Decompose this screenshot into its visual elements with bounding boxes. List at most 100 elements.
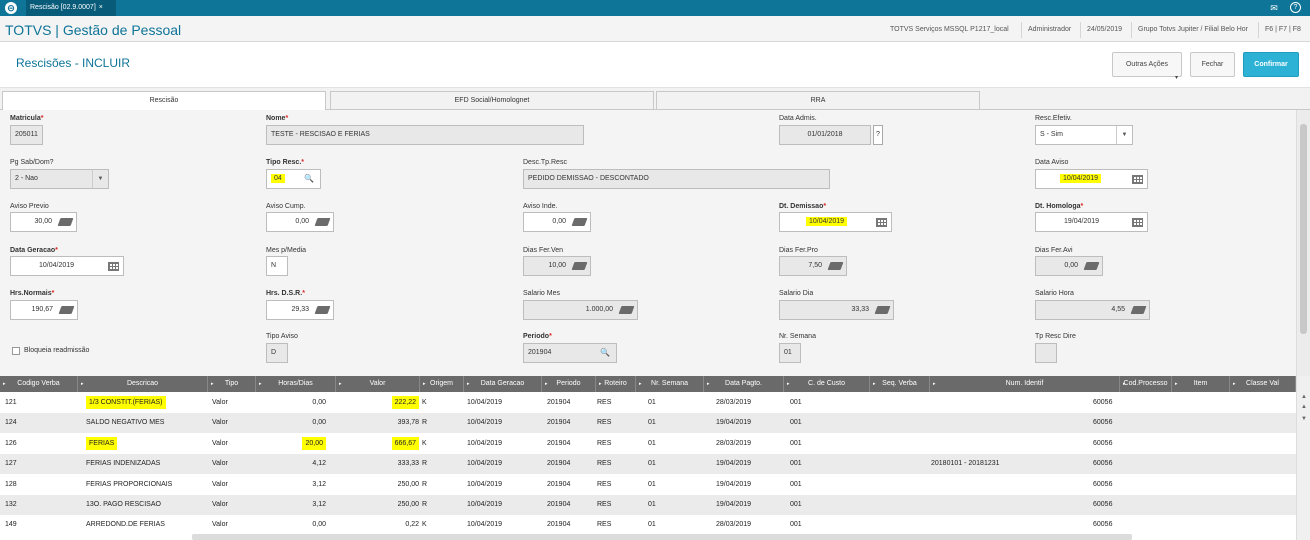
calculator-icon[interactable] <box>571 262 588 270</box>
column-header[interactable]: ▸ Seq. Verba <box>870 376 930 392</box>
column-header[interactable]: ▸ Periodo <box>542 376 596 392</box>
column-header[interactable]: ▸ Item <box>1172 376 1230 392</box>
calendar-icon[interactable] <box>1132 175 1143 184</box>
cell-seq-verba <box>872 515 922 535</box>
calculator-icon[interactable] <box>827 262 844 270</box>
shortcut-keys[interactable]: F6 | F7 | F8 <box>1258 22 1301 38</box>
chevron-down-icon[interactable]: ▼ <box>92 170 108 188</box>
dias-fer-avi-field[interactable]: 0,00 <box>1035 256 1103 276</box>
column-header[interactable]: ▸ Classe Val <box>1230 376 1296 392</box>
scroll-up-icon[interactable]: ▲ <box>1299 394 1309 400</box>
dias-fer-ven-field[interactable]: 10,00 <box>523 256 591 276</box>
mail-icon[interactable]: ✉ <box>1268 2 1280 14</box>
cell-classe-val <box>1232 393 1292 413</box>
tab-rescisao[interactable]: Rescisão <box>2 91 326 111</box>
calculator-icon[interactable] <box>1130 306 1147 314</box>
aviso-cump-field[interactable]: 0,00 <box>266 212 334 232</box>
scroll-down-icon[interactable]: ▼ <box>1299 416 1309 422</box>
search-icon[interactable]: 🔍 <box>598 348 612 358</box>
column-header[interactable]: ▸ Cod.Processo <box>1120 376 1172 392</box>
scroll-up-icon[interactable]: ▲ <box>1299 404 1309 410</box>
nr-semana-field[interactable]: 01 <box>779 343 801 363</box>
tab-efd-social[interactable]: EFD Social/Homolognet <box>330 91 654 110</box>
column-header[interactable]: ▸ Nr. Semana <box>636 376 704 392</box>
other-actions-button[interactable]: Outras Ações ▾ <box>1112 52 1182 81</box>
aviso-inde-field[interactable]: 0,00 <box>523 212 591 232</box>
table-row[interactable]: 132 13O. PAGO RESCISAO Valor 3,12 250,00 R 10/… <box>0 495 1296 515</box>
bloqueia-readmissao-checkbox[interactable] <box>12 347 20 355</box>
calendar-icon[interactable] <box>108 262 119 271</box>
calendar-icon[interactable] <box>1132 218 1143 227</box>
help-icon[interactable]: ? <box>873 125 883 145</box>
column-header[interactable]: ▸ Roteiro <box>596 376 636 392</box>
periodo-field[interactable]: 201904 🔍 <box>523 343 617 363</box>
pg-sab-dom-select[interactable]: 2 - Nao ▼ <box>10 169 109 189</box>
calendar-icon[interactable] <box>876 218 887 227</box>
nome-field[interactable]: TESTE - RESCISAO E FERIAS <box>266 125 584 145</box>
hrs-dsr-field[interactable]: 29,33 <box>266 300 334 320</box>
aviso-previo-field[interactable]: 30,00 <box>10 212 77 232</box>
calculator-icon[interactable] <box>874 306 891 314</box>
grid-scrollbar[interactable]: ▲ ▲ ▼ <box>1296 376 1310 540</box>
salario-hora-field[interactable]: 4,55 <box>1035 300 1150 320</box>
calculator-icon[interactable] <box>571 218 588 226</box>
cell-c-custo: 001 <box>790 399 802 406</box>
tipo-resc-field[interactable]: 04 🔍 <box>266 169 321 189</box>
dt-homologa-field[interactable]: 19/04/2019 <box>1035 212 1148 232</box>
cell-periodo: 201904 <box>547 480 571 488</box>
search-icon[interactable]: 🔍 <box>302 174 316 184</box>
grid-horizontal-scrollbar[interactable] <box>192 534 1132 540</box>
sort-icon: ▸ <box>423 381 426 387</box>
desc-tp-resc-field[interactable]: PEDIDO DEMISSAO - DESCONTADO <box>523 169 830 189</box>
table-row[interactable]: 149 ARREDOND.DE FERIAS Valor 0,00 0,22 K 10/04… <box>0 515 1296 535</box>
close-button[interactable]: Fechar <box>1190 52 1235 77</box>
calculator-icon[interactable] <box>314 306 331 314</box>
calculator-icon[interactable] <box>1083 262 1100 270</box>
app-tab[interactable]: Rescisão [02.9.0007] × <box>26 0 116 16</box>
dias-fer-pro-field[interactable]: 7,50 <box>779 256 847 276</box>
table-row[interactable]: 126 FERIAS Valor 20,00 666,67 K 10/04/2019 2019… <box>0 434 1296 454</box>
data-aviso-field[interactable]: 10/04/2019 <box>1035 169 1148 189</box>
table-row[interactable]: 128 FERIAS PROPORCIONAIS Valor 3,12 250,00 R 1… <box>0 475 1296 495</box>
resc-efetiv-select[interactable]: S - Sim ▼ <box>1035 125 1133 145</box>
column-header[interactable]: ▸ Valor <box>336 376 420 392</box>
totvs-logo-icon[interactable]: ⊝ <box>5 2 17 14</box>
column-header[interactable]: ▸ Num. Identif <box>930 376 1120 392</box>
tipo-aviso-field[interactable]: D <box>266 343 288 363</box>
scroll-thumb[interactable] <box>1300 124 1307 334</box>
form-scrollbar[interactable] <box>1296 110 1310 376</box>
column-header[interactable]: ▸ Horas/Dias <box>256 376 336 392</box>
data-admis-field[interactable]: 01/01/2018 <box>779 125 871 145</box>
cell-nr-semana: 01 <box>648 521 656 529</box>
calculator-icon[interactable] <box>58 306 75 314</box>
column-header[interactable]: ▸ C. de Custo <box>784 376 870 392</box>
data-geracao-field[interactable]: 10/04/2019 <box>10 256 124 276</box>
column-header[interactable]: ▸ Data Pagto. <box>704 376 784 392</box>
column-header[interactable]: ▸ Origem <box>420 376 464 392</box>
column-header[interactable]: ▸ Descricao <box>78 376 208 392</box>
mes-p-media-field[interactable]: N <box>266 256 288 276</box>
tp-resc-dire-field[interactable] <box>1035 343 1057 363</box>
column-header[interactable]: ▸ Tipo <box>208 376 256 392</box>
column-header[interactable]: ▸ Data Geracao <box>464 376 542 392</box>
sort-icon: ▸ <box>599 381 602 387</box>
matricula-field[interactable]: 205011 <box>10 125 43 145</box>
chevron-down-icon[interactable]: ▼ <box>1116 126 1132 144</box>
help-icon[interactable]: ? <box>1290 2 1301 13</box>
calculator-icon[interactable] <box>57 218 74 226</box>
hrs-normais-field[interactable]: 190,67 <box>10 300 78 320</box>
column-header[interactable]: ▸ Codigo Verba <box>0 376 78 392</box>
confirm-button[interactable]: Confirmar <box>1243 52 1299 77</box>
cell-origem: R <box>422 460 428 468</box>
dt-demissao-field[interactable]: 10/04/2019 <box>779 212 892 232</box>
tab-rra[interactable]: RRA <box>656 91 980 110</box>
cell-data-geracao: 10/04/2019 <box>467 399 503 406</box>
close-icon[interactable]: × <box>99 4 103 11</box>
table-row[interactable]: 121 1/3 CONSTIT.(FERIAS) Valor 0,00 222,22 K 1… <box>0 393 1296 413</box>
table-row[interactable]: 127 FERIAS INDENIZADAS Valor 4,12 333,33 R 10/… <box>0 454 1296 475</box>
salario-mes-field[interactable]: 1.000,00 <box>523 300 638 320</box>
salario-dia-field[interactable]: 33,33 <box>779 300 894 320</box>
calculator-icon[interactable] <box>314 218 331 226</box>
table-row[interactable]: 124 SALDO NEGATIVO MES Valor 0,00 393,78 R 10/… <box>0 413 1296 434</box>
calculator-icon[interactable] <box>618 306 635 314</box>
